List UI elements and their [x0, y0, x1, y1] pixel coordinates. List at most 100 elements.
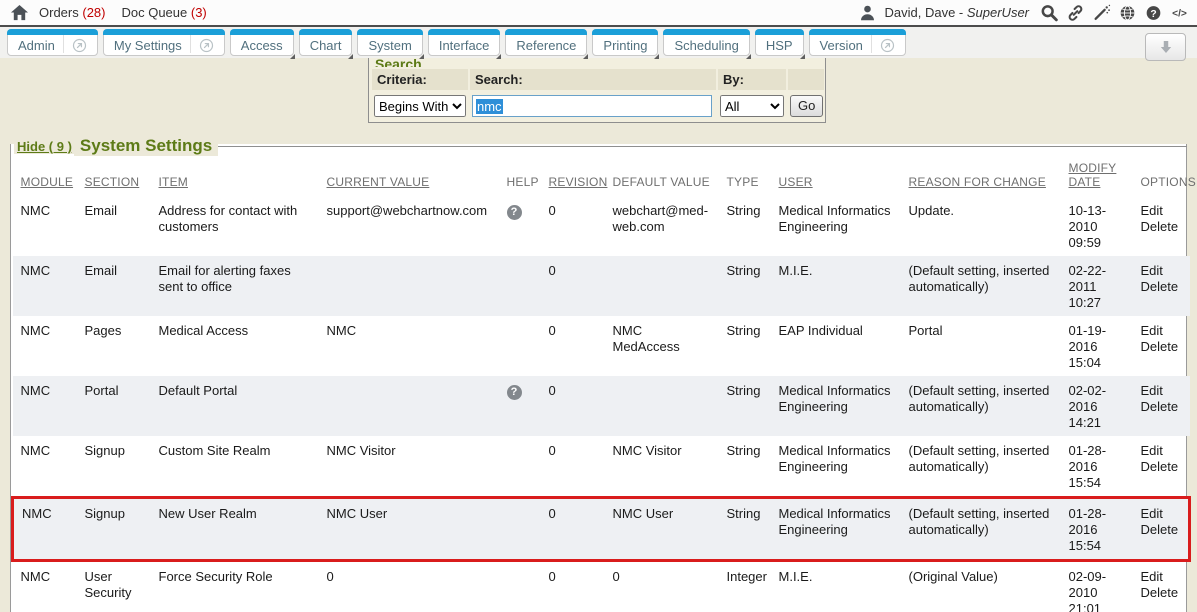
cell-help [499, 497, 541, 560]
edit-link[interactable]: Edit [1141, 383, 1182, 399]
edit-link[interactable]: Edit [1141, 203, 1182, 219]
tab-version[interactable]: Version [809, 29, 906, 56]
search-input[interactable]: nmc [472, 95, 712, 117]
delete-link[interactable]: Delete [1141, 522, 1181, 538]
cell-module: NMC [13, 196, 77, 256]
cell-revision: 0 [541, 497, 605, 560]
cell-modify-date: 01-28-2016 15:54 [1061, 436, 1133, 497]
tab-reference[interactable]: Reference [505, 29, 587, 56]
settings-table: MODULESECTIONITEMCURRENT VALUEHELPREVISI… [11, 157, 1191, 612]
tab-label: Admin [18, 35, 55, 53]
open-in-new-icon[interactable] [871, 35, 895, 53]
cell-options: EditDelete [1133, 316, 1190, 376]
column-header-current-value[interactable]: CURRENT VALUE [319, 157, 499, 196]
cell-user: Medical Informatics Engineering [771, 497, 901, 560]
settings-table-head-row: MODULESECTIONITEMCURRENT VALUEHELPREVISI… [13, 157, 1190, 196]
cell-current-value: support@webchartnow.com [319, 196, 499, 256]
cell-user: Medical Informatics Engineering [771, 436, 901, 497]
tab-printing[interactable]: Printing [592, 29, 658, 56]
nav-orders[interactable]: Orders (28) [39, 5, 105, 20]
doc-queue-count: (3) [191, 5, 207, 20]
column-header-help: HELP [499, 157, 541, 196]
by-select[interactable]: All [720, 95, 784, 117]
cell-section: Pages [77, 316, 151, 376]
tab-chart[interactable]: Chart [299, 29, 353, 56]
cell-default-value [605, 256, 719, 316]
edit-link[interactable]: Edit [1141, 569, 1182, 585]
code-icon[interactable]: </> [1170, 4, 1189, 22]
column-header-user[interactable]: USER [771, 157, 901, 196]
cell-type: Integer [719, 560, 771, 612]
delete-link[interactable]: Delete [1141, 399, 1182, 415]
cell-module: NMC [13, 376, 77, 436]
top-bar: Orders (28) Doc Queue (3) David, Dave - … [0, 0, 1197, 27]
scroll-down-button[interactable] [1145, 33, 1186, 61]
column-header-item[interactable]: ITEM [151, 157, 319, 196]
cell-default-value: 0 [605, 560, 719, 612]
link-icon[interactable] [1066, 4, 1085, 22]
cell-modify-date: 02-22-2011 10:27 [1061, 256, 1133, 316]
help-icon[interactable]: ? [507, 205, 522, 220]
cell-section: Email [77, 256, 151, 316]
open-in-new-icon[interactable] [63, 35, 87, 53]
delete-link[interactable]: Delete [1141, 459, 1182, 475]
cell-type: String [719, 256, 771, 316]
cell-default-value: NMC User [605, 497, 719, 560]
cell-item: Default Portal [151, 376, 319, 436]
wand-icon[interactable] [1092, 4, 1111, 22]
delete-link[interactable]: Delete [1141, 279, 1182, 295]
home-icon[interactable] [10, 4, 29, 21]
table-row: NMCPortalDefault Portal?0StringMedical I… [13, 376, 1190, 436]
search-panel: Search Criteria: Search: By: Begins With… [368, 55, 826, 123]
column-header-reason-for-change[interactable]: REASON FOR CHANGE [901, 157, 1061, 196]
cell-revision: 0 [541, 560, 605, 612]
tab-label: Chart [310, 35, 342, 53]
globe-icon[interactable] [1118, 4, 1137, 22]
hide-link[interactable]: Hide ( 9 ) [14, 139, 74, 154]
criteria-select[interactable]: Begins With [374, 95, 466, 117]
cell-modify-date: 02-02-2016 14:21 [1061, 376, 1133, 436]
tab-interface[interactable]: Interface [428, 29, 501, 56]
legend-rule [218, 146, 1187, 147]
tab-my-settings[interactable]: My Settings [103, 29, 225, 56]
help-icon[interactable]: ? [507, 385, 522, 400]
column-header-modify-date[interactable]: MODIFY DATE [1061, 157, 1133, 196]
nav-doc-queue[interactable]: Doc Queue (3) [121, 5, 206, 20]
table-row: NMCPagesMedical AccessNMC0NMC MedAccessS… [13, 316, 1190, 376]
tab-access[interactable]: Access [230, 29, 294, 56]
cell-current-value: 0 [319, 560, 499, 612]
column-header-section[interactable]: SECTION [77, 157, 151, 196]
edit-link[interactable]: Edit [1141, 263, 1182, 279]
column-header-revision[interactable]: REVISION [541, 157, 605, 196]
tab-scheduling[interactable]: Scheduling [663, 29, 749, 56]
cell-current-value: NMC Visitor [319, 436, 499, 497]
cell-item: New User Realm [151, 497, 319, 560]
table-row: NMCSignupNew User RealmNMC User0NMC User… [13, 497, 1190, 560]
tab-label: HSP [766, 35, 793, 53]
tab-admin[interactable]: Admin [7, 29, 98, 56]
tab-system[interactable]: System [357, 29, 422, 56]
user-name[interactable]: David, Dave - SuperUser [884, 5, 1029, 20]
column-header-options: OPTIONS [1133, 157, 1190, 196]
edit-link[interactable]: Edit [1141, 506, 1181, 522]
edit-link[interactable]: Edit [1141, 443, 1182, 459]
column-header-module[interactable]: MODULE [13, 157, 77, 196]
selected-text: nmc [476, 99, 503, 114]
open-in-new-icon[interactable] [190, 35, 214, 53]
cell-section: Email [77, 196, 151, 256]
edit-link[interactable]: Edit [1141, 323, 1182, 339]
orders-count: (28) [82, 5, 105, 20]
tab-hsp[interactable]: HSP [755, 29, 804, 56]
cell-options: EditDelete [1133, 497, 1190, 560]
delete-link[interactable]: Delete [1141, 219, 1182, 235]
search-icon[interactable] [1040, 4, 1059, 22]
cell-reason-for-change: Update. [901, 196, 1061, 256]
delete-link[interactable]: Delete [1141, 585, 1182, 601]
help-icon[interactable]: ? [1144, 4, 1163, 22]
delete-link[interactable]: Delete [1141, 339, 1182, 355]
go-button[interactable]: Go [790, 95, 823, 117]
cell-module: NMC [13, 316, 77, 376]
cell-current-value [319, 376, 499, 436]
cell-options: EditDelete [1133, 436, 1190, 497]
cell-item: Email for alerting faxes sent to office [151, 256, 319, 316]
